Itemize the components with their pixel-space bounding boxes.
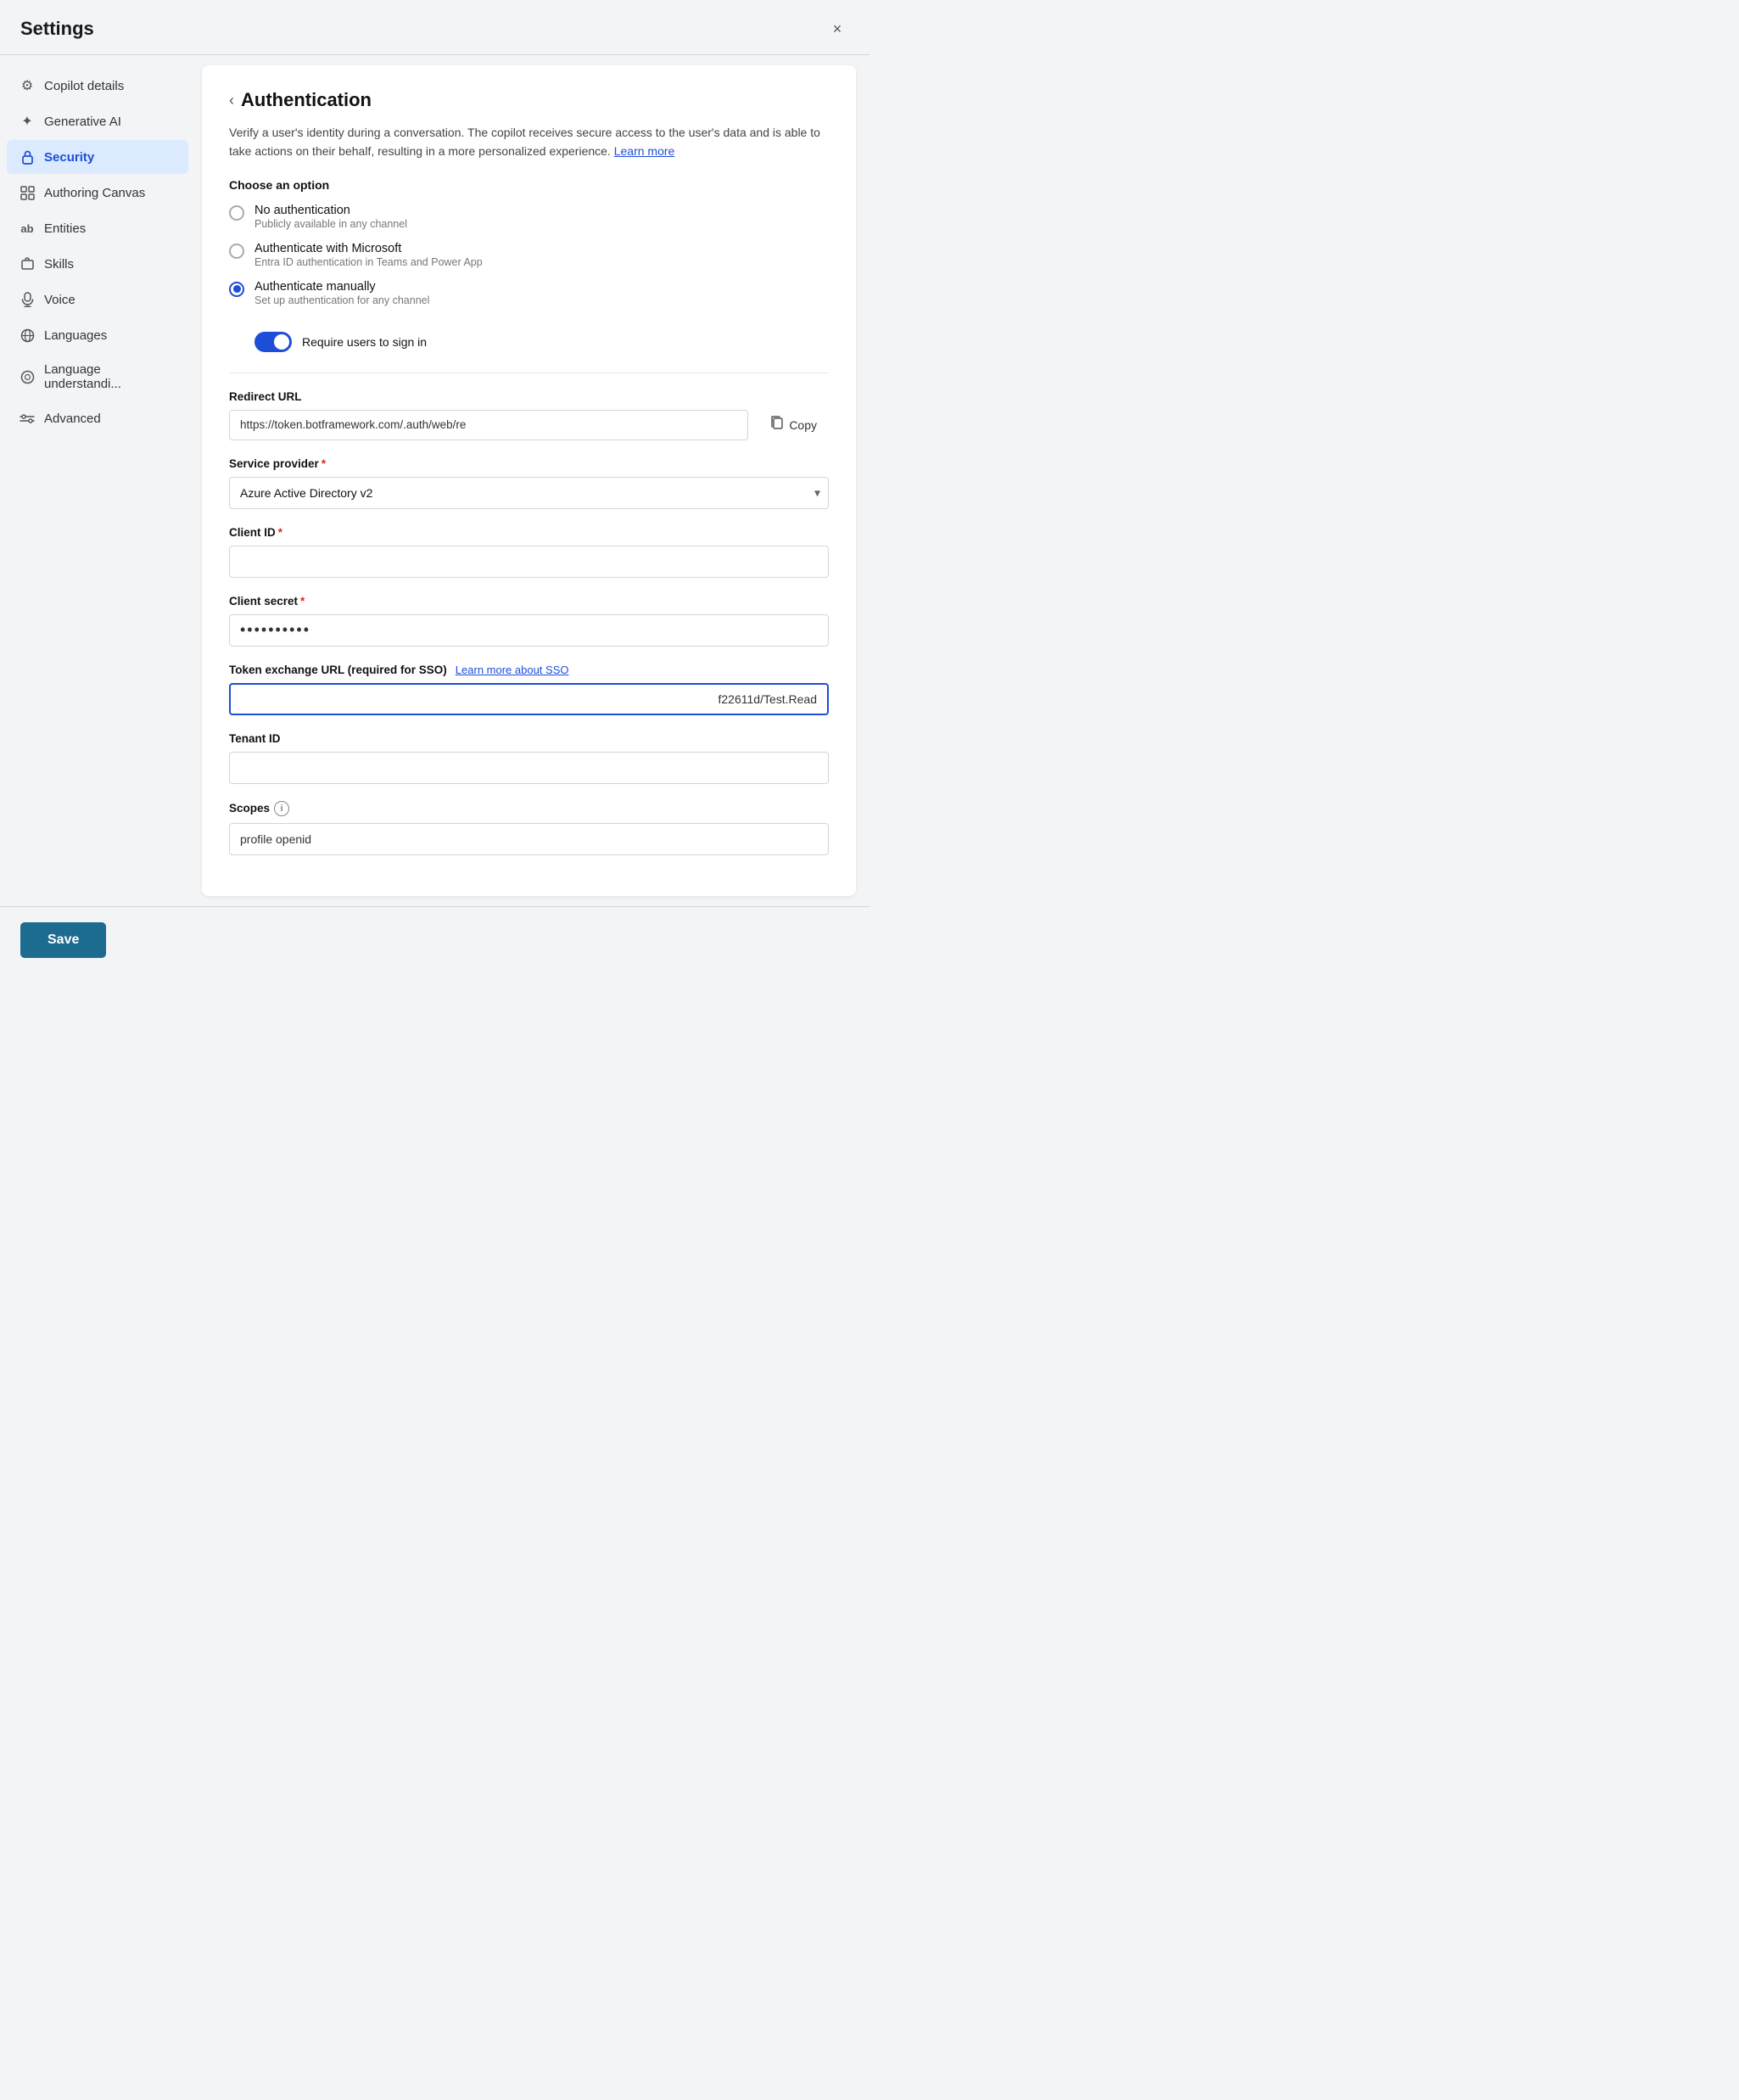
tenant-id-label: Tenant ID [229, 732, 829, 745]
sidebar-item-label: Language understandi... [44, 362, 176, 391]
sidebar-item-label: Skills [44, 257, 74, 272]
scopes-label: Scopes i [229, 801, 829, 816]
panel-title: Authentication [241, 89, 372, 111]
sidebar-item-authoring-canvas[interactable]: Authoring Canvas [7, 176, 188, 210]
radio-circle-no-auth [229, 205, 244, 221]
client-secret-input[interactable] [229, 614, 829, 647]
scopes-field: Scopes i [229, 801, 829, 855]
sidebar-item-label: Security [44, 150, 94, 165]
skills-icon [19, 255, 36, 272]
sidebar-item-generative-ai[interactable]: ✦ Generative AI [7, 104, 188, 138]
service-provider-field: Service provider* Azure Active Directory… [229, 457, 829, 509]
sidebar: ⚙ Copilot details ✦ Generative AI Securi… [0, 55, 195, 906]
tenant-id-input[interactable] [229, 752, 829, 784]
sign-in-toggle-row: Require users to sign in [254, 332, 829, 352]
content-panel: ‹ Authentication Verify a user's identit… [202, 65, 856, 896]
radio-no-auth[interactable]: No authentication Publicly available in … [229, 204, 829, 230]
sidebar-item-entities[interactable]: ab Entities [7, 211, 188, 245]
settings-window: Settings × ⚙ Copilot details ✦ Generativ… [0, 0, 870, 1050]
close-button[interactable]: × [825, 17, 849, 41]
sidebar-item-language-understanding[interactable]: Language understandi... [7, 354, 188, 400]
radio-title-manual-auth: Authenticate manually [254, 280, 429, 294]
token-label-row: Token exchange URL (required for SSO) Le… [229, 664, 829, 676]
radio-sub-ms-auth: Entra ID authentication in Teams and Pow… [254, 256, 483, 268]
radio-group: No authentication Publicly available in … [229, 204, 829, 352]
toggle-label: Require users to sign in [302, 335, 427, 349]
sidebar-item-label: Generative AI [44, 115, 121, 129]
gear-icon: ⚙ [19, 77, 36, 94]
service-provider-label: Service provider* [229, 457, 829, 470]
copy-button[interactable]: Copy [758, 410, 829, 440]
sidebar-item-voice[interactable]: Voice [7, 283, 188, 316]
token-exchange-url-input[interactable] [229, 683, 829, 715]
required-star: * [322, 457, 326, 470]
radio-title-ms-auth: Authenticate with Microsoft [254, 242, 483, 255]
token-url-label: Token exchange URL (required for SSO) [229, 664, 447, 676]
fields-section: Redirect URL Copy [229, 372, 829, 855]
service-provider-select[interactable]: Azure Active Directory v2 Generic OAuth2… [229, 477, 829, 509]
window-title: Settings [20, 18, 94, 40]
info-icon[interactable]: i [274, 801, 289, 816]
client-id-field: Client ID* [229, 526, 829, 578]
service-provider-select-wrapper: Azure Active Directory v2 Generic OAuth2… [229, 477, 829, 509]
client-id-label: Client ID* [229, 526, 829, 539]
save-button[interactable]: Save [20, 922, 106, 958]
panel-description: Verify a user's identity during a conver… [229, 123, 829, 161]
redirect-url-field: Redirect URL Copy [229, 390, 829, 440]
sidebar-item-languages[interactable]: Languages [7, 318, 188, 352]
radio-title-no-auth: No authentication [254, 204, 407, 217]
globe-icon [19, 327, 36, 344]
client-id-input[interactable] [229, 546, 829, 578]
lock-icon [19, 148, 36, 165]
tenant-id-field: Tenant ID [229, 732, 829, 784]
sidebar-item-skills[interactable]: Skills [7, 247, 188, 281]
client-secret-label: Client secret* [229, 595, 829, 608]
title-bar: Settings × [0, 0, 870, 54]
learn-more-link[interactable]: Learn more [614, 144, 675, 158]
back-row: ‹ Authentication [229, 89, 829, 111]
sidebar-item-label: Copilot details [44, 79, 124, 93]
sparkle-icon: ✦ [19, 113, 36, 130]
redirect-url-row: Copy [229, 410, 829, 440]
required-star: * [278, 526, 282, 539]
radio-ms-auth[interactable]: Authenticate with Microsoft Entra ID aut… [229, 242, 829, 268]
redirect-url-input[interactable] [229, 410, 748, 440]
main-layout: ⚙ Copilot details ✦ Generative AI Securi… [0, 55, 870, 906]
redirect-url-label: Redirect URL [229, 390, 829, 403]
footer-bar: Save [0, 906, 870, 973]
sso-learn-more-link[interactable]: Learn more about SSO [456, 664, 569, 676]
radio-circle-ms-auth [229, 244, 244, 259]
copy-label: Copy [789, 418, 817, 432]
copy-icon [770, 415, 784, 434]
choose-option-label: Choose an option [229, 178, 829, 192]
sidebar-item-label: Entities [44, 221, 86, 236]
sidebar-item-label: Languages [44, 328, 107, 343]
entities-icon: ab [19, 220, 36, 237]
radio-sub-manual-auth: Set up authentication for any channel [254, 294, 429, 306]
advanced-icon [19, 410, 36, 427]
grid-icon [19, 184, 36, 201]
sidebar-item-label: Authoring Canvas [44, 186, 145, 200]
radio-manual-auth[interactable]: Authenticate manually Set up authenticat… [229, 280, 829, 306]
scopes-input[interactable] [229, 823, 829, 855]
understanding-icon [19, 368, 36, 385]
sidebar-item-security[interactable]: Security [7, 140, 188, 174]
client-secret-field: Client secret* [229, 595, 829, 647]
sidebar-item-copilot-details[interactable]: ⚙ Copilot details [7, 69, 188, 103]
radio-circle-manual-auth [229, 282, 244, 297]
sign-in-toggle[interactable] [254, 332, 292, 352]
sidebar-item-label: Advanced [44, 412, 101, 426]
sidebar-item-advanced[interactable]: Advanced [7, 401, 188, 435]
back-button[interactable]: ‹ [229, 92, 234, 109]
mic-icon [19, 291, 36, 308]
token-exchange-url-field: Token exchange URL (required for SSO) Le… [229, 664, 829, 715]
toggle-knob [274, 334, 289, 350]
required-star: * [300, 595, 305, 608]
radio-sub-no-auth: Publicly available in any channel [254, 218, 407, 230]
sidebar-item-label: Voice [44, 293, 75, 307]
